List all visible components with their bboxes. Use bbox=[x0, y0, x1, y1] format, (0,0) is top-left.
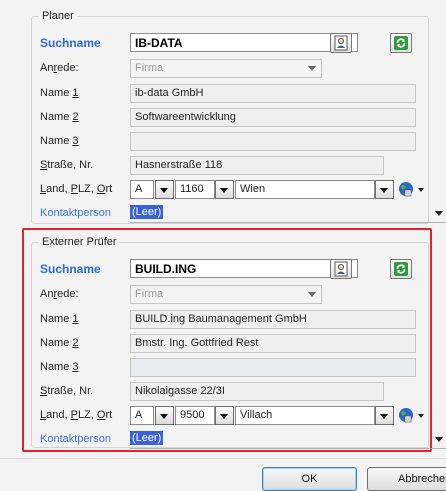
planer-strasse-field[interactable]: Hasnerstraße 118 bbox=[130, 156, 384, 175]
globe-icon[interactable] bbox=[398, 407, 414, 423]
pruefer-group: Externer Prüfer Suchname BUILD.ING Anred… bbox=[31, 236, 446, 449]
cancel-button[interactable]: Abbrechen bbox=[367, 467, 446, 491]
planer-kontakt-select[interactable]: (Leer) bbox=[130, 204, 446, 223]
planer-kontakt-underline bbox=[130, 222, 446, 223]
planer-suchname-label: Suchname bbox=[40, 36, 101, 50]
pruefer-suchname-input[interactable]: BUILD.ING bbox=[130, 259, 358, 278]
pruefer-kontakt-value: (Leer) bbox=[130, 431, 164, 445]
pruefer-anrede-label: Anrede: bbox=[40, 288, 79, 300]
pruefer-ort-field[interactable]: Villach bbox=[235, 406, 375, 425]
planer-land-dropdown-button[interactable] bbox=[155, 180, 174, 199]
pruefer-suchname-label: Suchname bbox=[40, 262, 101, 276]
planer-legend: Planer bbox=[39, 10, 77, 22]
pruefer-anrede-value: Firma bbox=[135, 288, 164, 300]
person-card-icon bbox=[334, 35, 348, 51]
globe-icon[interactable] bbox=[398, 181, 414, 197]
planer-strasse-label: Straße, Nr. bbox=[40, 159, 94, 171]
pruefer-land-label: Land, PLZ, Ort bbox=[40, 409, 113, 421]
chevron-down-icon bbox=[435, 437, 443, 442]
pruefer-name1-field[interactable]: BUILD.ing Baumanagement GmbH bbox=[130, 310, 416, 329]
chevron-down-icon bbox=[160, 188, 168, 193]
refresh-icon bbox=[394, 262, 408, 276]
pruefer-plz-dropdown-button[interactable] bbox=[215, 406, 234, 425]
planer-refresh-button[interactable] bbox=[390, 33, 412, 53]
planer-anrede-label: Anrede: bbox=[40, 62, 79, 74]
pruefer-person-lookup-button[interactable] bbox=[330, 259, 352, 279]
pruefer-name1-label: Name 1 bbox=[40, 313, 79, 325]
chevron-down-icon[interactable] bbox=[418, 414, 424, 418]
planer-plz-field[interactable]: 1160 bbox=[175, 180, 215, 199]
planer-ort-dropdown-button[interactable] bbox=[375, 180, 394, 199]
planer-name1-field[interactable]: ib-data GmbH bbox=[130, 84, 416, 103]
pruefer-strasse-label: Straße, Nr. bbox=[40, 385, 94, 397]
pruefer-name2-field[interactable]: Bmstr. Ing. Gottfried Rest bbox=[130, 334, 416, 353]
planer-plz-dropdown-button[interactable] bbox=[215, 180, 234, 199]
planer-suchname-input[interactable]: IB-DATA bbox=[130, 33, 358, 52]
planer-land-label: Land, PLZ, Ort bbox=[40, 183, 113, 195]
chevron-down-icon bbox=[380, 414, 388, 419]
planer-anrede-select[interactable]: Firma bbox=[130, 59, 322, 78]
pruefer-kontakt-select[interactable]: (Leer) bbox=[130, 430, 446, 449]
pruefer-name3-label: Name 3 bbox=[40, 361, 79, 373]
chevron-down-icon bbox=[308, 292, 316, 297]
pruefer-plz-field[interactable]: 9500 bbox=[175, 406, 215, 425]
planer-land-field[interactable]: A bbox=[130, 180, 154, 199]
chevron-down-icon bbox=[160, 414, 168, 419]
person-card-icon bbox=[334, 261, 348, 277]
planer-name1-label: Name 1 bbox=[40, 87, 79, 99]
pruefer-land-dropdown-button[interactable] bbox=[155, 406, 174, 425]
pruefer-refresh-button[interactable] bbox=[390, 259, 412, 279]
ok-button[interactable]: OK bbox=[262, 467, 357, 491]
planer-name2-label: Name 2 bbox=[40, 111, 79, 123]
chevron-down-icon[interactable] bbox=[418, 188, 424, 192]
planer-name3-field[interactable] bbox=[130, 132, 416, 151]
footer-divider bbox=[0, 458, 446, 459]
pruefer-anrede-select[interactable]: Firma bbox=[130, 285, 322, 304]
planer-person-lookup-button[interactable] bbox=[330, 33, 352, 53]
pruefer-kontakt-label: Kontaktperson bbox=[40, 433, 111, 445]
chevron-down-icon bbox=[380, 188, 388, 193]
pruefer-name2-label: Name 2 bbox=[40, 337, 79, 349]
planer-name3-label: Name 3 bbox=[40, 135, 79, 147]
pruefer-strasse-field[interactable]: Nikolaigasse 22/3I bbox=[130, 382, 384, 401]
pruefer-ort-dropdown-button[interactable] bbox=[375, 406, 394, 425]
chevron-down-icon bbox=[220, 188, 228, 193]
pruefer-legend: Externer Prüfer bbox=[39, 236, 120, 248]
pruefer-kontakt-underline bbox=[130, 448, 446, 449]
planer-anrede-value: Firma bbox=[135, 62, 164, 74]
planer-kontakt-value: (Leer) bbox=[130, 205, 164, 219]
planer-group: Planer Suchname IB-DATA Anrede: Firma Na… bbox=[31, 10, 446, 224]
planer-kontakt-label: Kontaktperson bbox=[40, 207, 111, 219]
chevron-down-icon bbox=[308, 66, 316, 71]
planer-ort-field[interactable]: Wien bbox=[235, 180, 375, 199]
planer-name2-field[interactable]: Softwareentwicklung bbox=[130, 108, 416, 127]
chevron-down-icon bbox=[220, 414, 228, 419]
pruefer-land-field[interactable]: A bbox=[130, 406, 154, 425]
refresh-icon bbox=[394, 36, 408, 50]
chevron-down-icon bbox=[435, 211, 443, 216]
pruefer-name3-field[interactable] bbox=[130, 358, 416, 377]
